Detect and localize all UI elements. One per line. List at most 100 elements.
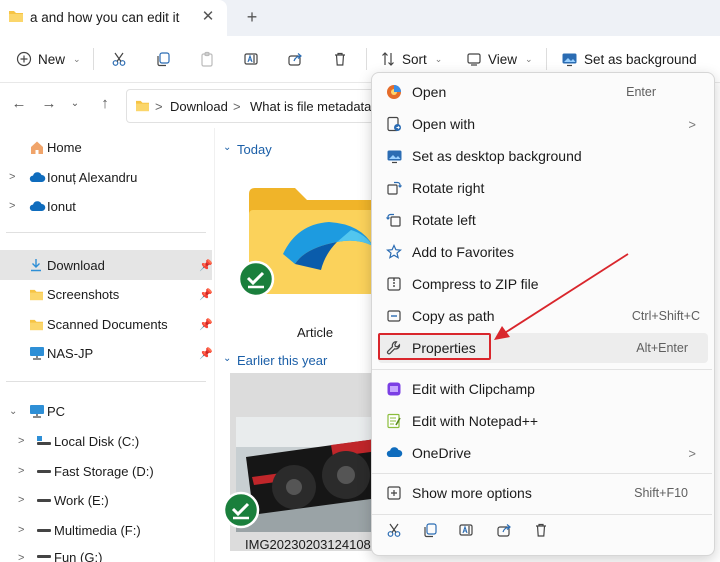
copy-button[interactable] <box>422 522 438 538</box>
sidebar-item-onedrive-ionut[interactable]: > Ionut <box>0 192 212 220</box>
menu-divider <box>372 369 712 370</box>
synced-status-icon <box>222 491 260 529</box>
sidebar-item-pc[interactable]: ⌄ PC <box>0 397 212 425</box>
divider <box>366 48 367 70</box>
chevron-right-icon[interactable]: > <box>18 435 24 447</box>
sidebar-item-label: NAS-JP <box>47 345 94 361</box>
new-tab-button[interactable]: + <box>241 6 263 28</box>
sidebar-item-nas-jp[interactable]: NAS-JP 📌 <box>0 339 213 367</box>
sidebar-item-work-e[interactable]: > Work (E:) <box>0 486 212 514</box>
chevron-right-icon[interactable]: > <box>18 552 24 562</box>
sidebar-item-multimedia-f[interactable]: > Multimedia (F:) <box>0 516 212 544</box>
file-list: ⌄ Today Article ⌄ Earlier this year IMG2… <box>215 128 395 562</box>
menu-item-shortcut: Enter <box>626 85 656 99</box>
breadcrumb-current-folder[interactable]: What is file metadata <box>250 99 384 114</box>
sort-button[interactable]: Sort ⌄ <box>380 48 442 70</box>
view-button[interactable]: View ⌄ <box>466 48 533 70</box>
copy-icon <box>155 51 171 67</box>
clipboard-icon <box>199 51 215 67</box>
sidebar-item-home[interactable]: Home <box>0 133 212 161</box>
menu-item-label: Rotate left <box>412 212 476 228</box>
cut-button[interactable] <box>386 522 402 538</box>
sidebar-item-scanned-documents[interactable]: Scanned Documents 📌 <box>0 310 213 338</box>
paste-button[interactable] <box>199 48 215 70</box>
rename-button[interactable] <box>243 48 259 70</box>
pin-icon[interactable]: 📌 <box>199 318 213 331</box>
up-arrow-icon[interactable]: ↑ <box>96 95 114 113</box>
tab-bar: a and how you can edit it ✕ + <box>0 0 720 36</box>
sidebar-item-fun-g[interactable]: > Fun (G:) <box>0 546 212 562</box>
group-header-earlier-this-year[interactable]: Earlier this year <box>237 353 327 368</box>
delete-button[interactable] <box>332 48 348 70</box>
chevron-right-icon[interactable]: > <box>9 171 15 183</box>
chevron-right-icon[interactable]: > <box>9 200 15 212</box>
rename-icon <box>458 522 474 538</box>
menu-item-open-with[interactable]: Open with > <box>378 109 708 139</box>
menu-item-show-more-options[interactable]: Show more options Shift+F10 <box>378 478 708 508</box>
copy-button[interactable] <box>155 48 171 70</box>
sidebar-item-local-disk-c[interactable]: > Local Disk (C:) <box>0 427 212 455</box>
copy-path-icon <box>386 308 402 324</box>
share-icon <box>496 522 512 538</box>
chevron-right-icon[interactable]: > <box>18 494 24 506</box>
chevron-down-icon: ⌄ <box>73 53 81 64</box>
sidebar-item-onedrive-alexandru[interactable]: > Ionuț Alexandru <box>0 163 212 191</box>
back-arrow-icon[interactable]: ← <box>10 95 28 113</box>
pin-icon[interactable]: 📌 <box>199 288 213 301</box>
menu-item-label: Rotate right <box>412 180 485 196</box>
sidebar-item-label: Download <box>47 257 105 273</box>
menu-item-edit-with-clipchamp[interactable]: Edit with Clipchamp <box>378 374 708 404</box>
share-button[interactable] <box>496 522 512 538</box>
chevron-down-icon[interactable]: ⌄ <box>9 406 17 417</box>
plus-circle-icon <box>16 51 32 67</box>
system-drive-icon <box>36 435 52 447</box>
sidebar-item-download[interactable]: Download 📌 <box>0 250 213 280</box>
clipchamp-icon <box>386 381 402 397</box>
menu-item-label: OneDrive <box>412 445 472 461</box>
folder-icon <box>29 318 44 331</box>
breadcrumb-separator: > <box>233 99 241 114</box>
share-button[interactable] <box>287 48 303 70</box>
sidebar-item-fast-storage-d[interactable]: > Fast Storage (D:) <box>0 457 212 485</box>
view-icon <box>466 51 482 67</box>
menu-item-set-as-desktop-background[interactable]: Set as desktop background <box>378 141 708 171</box>
drive-icon <box>36 554 52 562</box>
menu-item-rotate-left[interactable]: Rotate left <box>378 205 708 235</box>
menu-item-onedrive[interactable]: OneDrive > <box>378 438 708 468</box>
cloud-icon <box>29 200 46 212</box>
folder-item-article[interactable] <box>235 178 395 328</box>
chevron-down-icon[interactable]: ⌄ <box>223 142 231 153</box>
image-item[interactable] <box>222 373 386 551</box>
recent-chevron-icon[interactable]: ⌄ <box>66 95 84 113</box>
new-button[interactable]: New ⌄ <box>16 48 81 70</box>
view-button-label: View <box>488 51 518 67</box>
chevron-down-icon: ⌄ <box>525 53 533 64</box>
chevron-right-icon[interactable]: > <box>18 524 24 536</box>
sidebar-item-screenshots[interactable]: Screenshots 📌 <box>0 280 213 308</box>
menu-item-edit-with-notepadpp[interactable]: Edit with Notepad++ <box>378 406 708 436</box>
pin-icon[interactable]: 📌 <box>199 347 213 360</box>
rotate-right-icon <box>386 180 402 196</box>
breadcrumb-download[interactable]: Download <box>170 99 228 114</box>
desktop-background-icon <box>561 51 578 67</box>
menu-item-label: Show more options <box>412 485 532 501</box>
home-icon <box>29 140 45 155</box>
pin-icon[interactable]: 📌 <box>199 259 213 272</box>
chevron-right-icon: > <box>688 445 696 461</box>
group-header-today[interactable]: Today <box>237 142 272 157</box>
forward-arrow-icon[interactable]: → <box>40 95 58 113</box>
set-as-background-button[interactable]: Set as background <box>561 48 697 70</box>
menu-item-shortcut: Alt+Enter <box>636 341 688 355</box>
close-tab-icon[interactable]: ✕ <box>198 7 218 27</box>
cut-button[interactable] <box>111 48 127 70</box>
trash-icon <box>533 522 549 538</box>
chevron-down-icon[interactable]: ⌄ <box>223 353 231 364</box>
address-bar[interactable]: > Download > What is file metadata <box>126 89 388 123</box>
menu-item-rotate-right[interactable]: Rotate right <box>378 173 708 203</box>
sidebar-item-label: Ionut <box>47 198 76 214</box>
delete-button[interactable] <box>533 522 549 538</box>
active-tab[interactable]: a and how you can edit it ✕ <box>0 0 227 36</box>
rename-button[interactable] <box>458 522 474 538</box>
chevron-right-icon[interactable]: > <box>18 465 24 477</box>
menu-item-open[interactable]: Open Enter <box>378 77 708 107</box>
